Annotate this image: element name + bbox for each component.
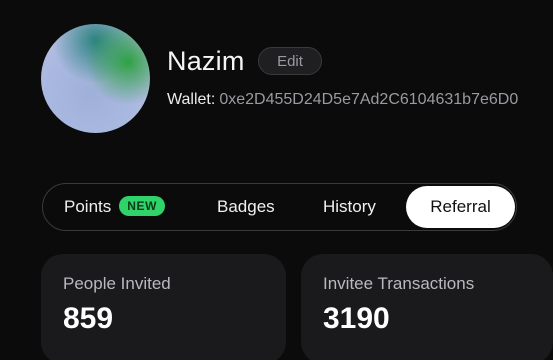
stat-value: 3190 xyxy=(323,302,390,335)
tab-points-label: Points xyxy=(64,197,112,216)
tab-referral[interactable]: Referral xyxy=(406,186,515,228)
profile-name: Nazim xyxy=(167,46,245,76)
tab-history[interactable]: History xyxy=(323,184,376,230)
tab-points[interactable]: Points NEW xyxy=(64,184,166,230)
avatar xyxy=(41,24,150,133)
wallet-label: Wallet: xyxy=(167,91,216,108)
stat-card-people-invited: People Invited 859 xyxy=(41,254,286,360)
referral-page: Nazim Edit Wallet: 0xe2D455D24D5e7Ad2C610… xyxy=(0,0,553,360)
tab-badges[interactable]: Badges xyxy=(217,184,275,230)
wallet-address[interactable]: 0xe2D455D24D5e7Ad2C6104631b7e6D0 xyxy=(219,91,518,108)
wallet-row: Wallet: 0xe2D455D24D5e7Ad2C6104631b7e6D0 xyxy=(167,89,553,111)
stat-label: Invitee Transactions xyxy=(323,274,475,293)
new-badge: NEW xyxy=(119,196,166,216)
edit-button[interactable]: Edit xyxy=(258,47,322,75)
stat-label: People Invited xyxy=(63,274,171,293)
stat-card-invitee-transactions: Invitee Transactions 3190 xyxy=(301,254,553,360)
tab-bar: Points NEW Badges History Referral xyxy=(42,183,517,231)
stat-value: 859 xyxy=(63,302,114,335)
